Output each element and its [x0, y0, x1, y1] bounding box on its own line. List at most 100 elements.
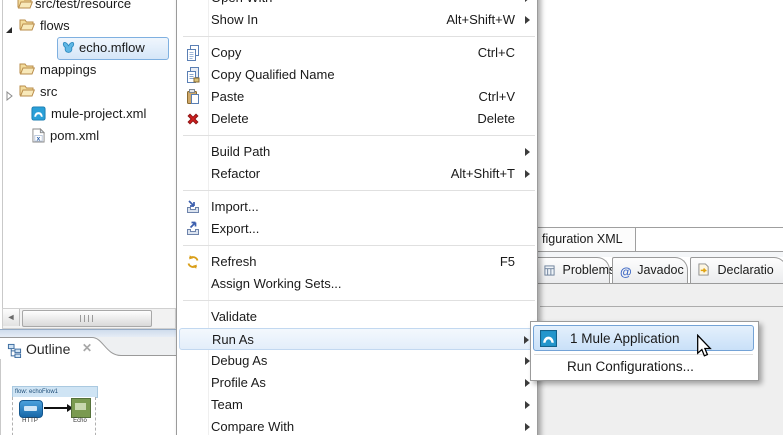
- menu-item-label: Open With: [211, 0, 272, 9]
- menu-item-open-with[interactable]: Open With: [177, 0, 537, 9]
- folder-open-icon: [19, 18, 35, 34]
- menu-item-export[interactable]: Export...: [177, 218, 537, 240]
- tree-item-mule-project-xml[interactable]: mule-project.xml: [0, 103, 176, 125]
- menu-item-label: Import...: [211, 196, 259, 218]
- menu-item-label: Run As: [212, 329, 254, 351]
- submenu-item-run-configurations[interactable]: Run Configurations...: [531, 356, 756, 378]
- menu-item-show-in[interactable]: Show In Alt+Shift+W: [177, 9, 537, 31]
- scrollbar-grip-icon: [80, 315, 94, 322]
- tree-item-pom-xml[interactable]: x pom.xml: [0, 125, 176, 147]
- menu-separator: [177, 185, 537, 196]
- tree-item-label: src: [40, 81, 57, 103]
- menu-item-copy[interactable]: Copy Ctrl+C: [177, 42, 537, 64]
- menu-item-refresh[interactable]: Refresh F5: [177, 251, 537, 273]
- menu-separator: [177, 130, 537, 141]
- refresh-icon: [185, 254, 201, 270]
- folder-open-icon: [19, 84, 35, 100]
- tree-item-label: mappings: [40, 59, 96, 81]
- menu-separator: [177, 295, 537, 306]
- tab-problems[interactable]: Problems: [536, 257, 610, 284]
- menu-item-debug-as[interactable]: Debug As: [177, 350, 537, 372]
- xml-file-icon: x: [32, 128, 48, 144]
- flow-preview-thumbnail[interactable]: flow: echoFlow1 HTTP Echo: [12, 386, 96, 435]
- delete-icon: [185, 111, 201, 127]
- menu-shortcut: Ctrl+V: [479, 86, 515, 108]
- menu-item-label: Profile As: [211, 372, 266, 394]
- menu-item-delete[interactable]: Delete Delete: [177, 108, 537, 130]
- submenu-item-label: Run Configurations...: [567, 356, 694, 377]
- submenu-item-mule-application[interactable]: 1 Mule Application: [533, 325, 754, 351]
- menu-item-copy-qualified-name[interactable]: Copy Qualified Name: [177, 64, 537, 86]
- tab-label: Javadoc: [637, 263, 684, 277]
- menu-item-label: Copy Qualified Name: [211, 64, 335, 86]
- horizontal-scrollbar[interactable]: ◄: [2, 308, 176, 329]
- tree-item-label: pom.xml: [50, 125, 99, 147]
- tree-item-mappings[interactable]: mappings: [0, 59, 176, 81]
- tab-label: Problems: [562, 263, 615, 277]
- echo-component-glyph: [75, 403, 86, 410]
- menu-shortcut: Delete: [477, 108, 515, 130]
- expanded-twistie-icon[interactable]: [4, 22, 14, 32]
- menu-item-paste[interactable]: Paste Ctrl+V: [177, 86, 537, 108]
- node-label: HTTP: [15, 418, 45, 424]
- menu-shortcut: F5: [500, 251, 515, 273]
- tree-item-echo-mflow[interactable]: echo.mflow: [0, 37, 176, 59]
- menu-item-label: Delete: [211, 108, 249, 130]
- flow-preview-canvas[interactable]: HTTP Echo: [12, 397, 96, 435]
- http-endpoint-node[interactable]: [19, 400, 43, 418]
- tab-javadoc[interactable]: @ Javadoc: [612, 257, 688, 284]
- menu-item-label: Paste: [211, 86, 244, 108]
- close-icon[interactable]: ✕: [82, 341, 92, 355]
- submenu-arrow-icon: [525, 170, 530, 178]
- menu-item-assign-working-sets[interactable]: Assign Working Sets...: [177, 273, 537, 295]
- http-endpoint-glyph: [24, 406, 37, 411]
- menu-item-compare-with[interactable]: Compare With: [177, 416, 537, 435]
- menu-separator: [534, 354, 753, 355]
- menu-item-label: Build Path: [211, 141, 270, 163]
- menu-separator: [177, 31, 537, 42]
- copy-qualified-name-icon: [185, 67, 201, 83]
- menu-item-label: Refresh: [211, 251, 257, 273]
- menu-item-build-path[interactable]: Build Path: [177, 141, 537, 163]
- submenu-arrow-icon: [525, 401, 530, 409]
- submenu-item-label: 1 Mule Application: [570, 326, 680, 351]
- mule-flow-icon: [61, 41, 77, 57]
- javadoc-at-icon: @: [620, 260, 632, 285]
- menu-shortcut: Alt+Shift+W: [446, 9, 515, 31]
- scrollbar-thumb[interactable]: [22, 310, 152, 327]
- tab-declaration[interactable]: Declaratio: [690, 257, 783, 284]
- problems-icon: [544, 260, 555, 285]
- tree-item-flows[interactable]: flows: [0, 15, 176, 37]
- menu-item-label: Validate: [211, 306, 257, 328]
- tab-label: figuration XML: [542, 232, 623, 246]
- import-icon: [185, 199, 201, 215]
- tree-item-src[interactable]: src: [0, 81, 176, 103]
- menu-item-team[interactable]: Team: [177, 394, 537, 416]
- submenu-arrow-icon: [525, 16, 530, 24]
- outline-tab-label[interactable]: Outline: [26, 341, 70, 357]
- menu-item-import[interactable]: Import...: [177, 196, 537, 218]
- node-label: Echo: [65, 418, 95, 424]
- scroll-left-arrow-icon[interactable]: ◄: [3, 309, 20, 326]
- package-explorer-tree: src/test/resource flows echo.mflow mappi…: [0, 0, 176, 330]
- tree-item-label: echo.mflow: [79, 37, 145, 59]
- copy-icon: [185, 45, 201, 61]
- declaration-icon: [698, 260, 710, 285]
- flow-arrow-icon: [44, 407, 68, 409]
- tab-label: Declaratio: [717, 263, 773, 277]
- export-icon: [185, 221, 201, 237]
- menu-item-validate[interactable]: Validate: [177, 306, 537, 328]
- collapsed-twistie-icon[interactable]: [4, 88, 14, 98]
- tree-item-src-test-resources[interactable]: src/test/resource: [0, 0, 176, 15]
- tab-configuration-xml[interactable]: figuration XML: [537, 228, 636, 251]
- submenu-arrow-icon: [525, 148, 530, 156]
- tree-item-label: src/test/resource: [35, 0, 131, 15]
- menu-item-refactor[interactable]: Refactor Alt+Shift+T: [177, 163, 537, 185]
- echo-component-node[interactable]: [71, 398, 91, 418]
- menu-item-label: Debug As: [211, 350, 267, 372]
- svg-text:x: x: [37, 136, 41, 143]
- context-menu: Open With Show In Alt+Shift+W Copy Ctrl+…: [176, 0, 538, 435]
- menu-item-label: Refactor: [211, 163, 260, 185]
- menu-item-run-as[interactable]: Run As: [179, 328, 535, 350]
- menu-item-profile-as[interactable]: Profile As: [177, 372, 537, 394]
